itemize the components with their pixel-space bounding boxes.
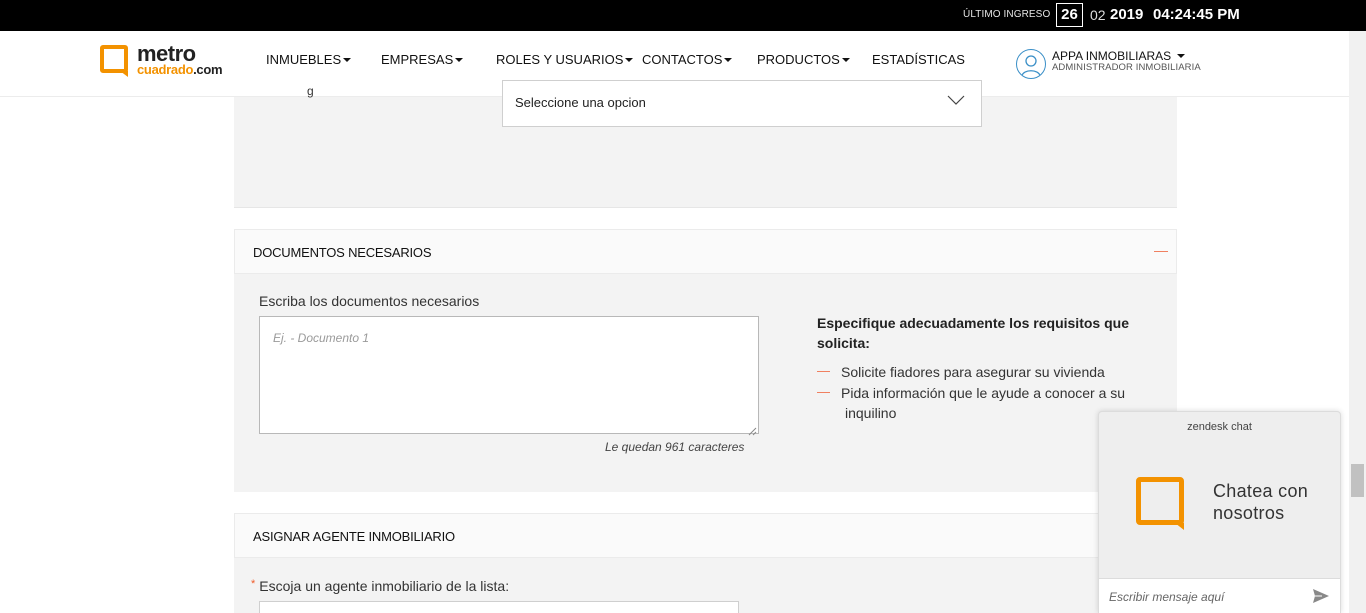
requirement-item: Solicite fiadores para asegurar su vivie… xyxy=(817,362,1105,382)
required-asterisk: * xyxy=(251,578,256,590)
last-login-year: 2019 xyxy=(1110,6,1144,23)
zendesk-chat-widget[interactable]: zendesk chat Chatea con nosotros Escribir… xyxy=(1098,411,1341,613)
last-login-day: 26 xyxy=(1056,3,1083,27)
metrocuadrado-logo[interactable]: metro cuadrado.com xyxy=(100,43,240,83)
previous-field-label: g xyxy=(307,84,314,98)
chat-brand-label: zendesk chat xyxy=(1187,421,1252,433)
agente-section-header[interactable]: ASIGNAR AGENTE INMOBILIARIO xyxy=(234,513,1177,558)
nav-item-productos[interactable]: PRODUCTOS xyxy=(757,52,850,67)
chat-message-input[interactable]: Escribir mensaje aquí xyxy=(1099,578,1340,613)
documentos-section-body: Escriba los documentos necesarios Ej. - … xyxy=(234,274,1177,492)
chat-input-placeholder: Escribir mensaje aquí xyxy=(1109,590,1225,604)
caret-down-icon xyxy=(625,58,634,62)
caret-down-icon xyxy=(343,58,352,62)
chevron-down-icon xyxy=(947,93,965,111)
last-login-label: ÚLTIMO INGRESO xyxy=(963,9,1051,20)
characters-remaining: Le quedan 961 caracteres xyxy=(605,440,745,454)
collapse-minus-icon[interactable] xyxy=(1154,251,1168,252)
requirements-title: Especifique adecuadamente los requisitos… xyxy=(817,315,1129,351)
page-scrollbar[interactable] xyxy=(1349,31,1366,613)
select-value: Seleccione una opcion xyxy=(515,95,646,110)
caret-down-icon xyxy=(1176,54,1185,58)
caret-down-icon xyxy=(841,58,850,62)
caret-down-icon xyxy=(724,58,733,62)
resize-grip-icon[interactable] xyxy=(748,423,757,436)
option-select[interactable]: Seleccione una opcion xyxy=(502,80,982,127)
documentos-placeholder: Ej. - Documento 1 xyxy=(273,331,370,345)
nav-item-empresas[interactable]: EMPRESAS xyxy=(381,52,464,67)
user-menu-button[interactable]: APPA INMOBILIARAS xyxy=(1052,49,1185,63)
agente-select[interactable] xyxy=(259,601,739,613)
last-login-time: 04:24:45 PM xyxy=(1153,6,1240,23)
agente-section-title: ASIGNAR AGENTE INMOBILIARIO xyxy=(253,529,455,544)
documentos-section-header[interactable]: DOCUMENTOS NECESARIOS xyxy=(234,229,1177,274)
scrollbar-thumb[interactable] xyxy=(1351,464,1364,497)
top-status-bar: ÚLTIMO INGRESO 26 02 2019 04:24:45 PM xyxy=(0,0,1366,31)
nav-item-inmuebles[interactable]: INMUEBLES xyxy=(266,52,352,67)
agente-field-label: * Escoja un agente inmobiliario de la lis… xyxy=(251,578,510,594)
caret-down-icon xyxy=(455,58,464,62)
chat-cta: Chatea con nosotros xyxy=(1213,481,1309,523)
documentos-textarea[interactable]: Ej. - Documento 1 xyxy=(259,316,759,436)
logo-text-cuadrado: cuadrado.com xyxy=(137,62,223,77)
nav-item-roles-usuarios[interactable]: ROLES Y USUARIOS xyxy=(496,52,634,67)
send-icon[interactable] xyxy=(1312,588,1330,609)
last-login-month: 02 xyxy=(1090,7,1106,23)
nav-item-estadisticas[interactable]: ESTADÍSTICAS xyxy=(872,52,965,67)
chat-logo-icon xyxy=(1136,477,1184,530)
requirement-item: Pida información que le ayude a conocer … xyxy=(817,383,1125,423)
nav-item-contactos[interactable]: CONTACTOS xyxy=(642,52,733,67)
user-avatar-icon[interactable] xyxy=(1016,49,1046,79)
dash-bullet-icon xyxy=(817,392,830,393)
logo-square-icon xyxy=(100,45,128,77)
documentos-section-title: DOCUMENTOS NECESARIOS xyxy=(253,245,432,260)
agente-section-body: * Escoja un agente inmobiliario de la lis… xyxy=(234,558,1177,613)
user-role-label: ADMINISTRADOR INMOBILIARIA xyxy=(1052,62,1201,73)
documentos-field-label: Escriba los documentos necesarios xyxy=(259,293,480,309)
dash-bullet-icon xyxy=(817,371,830,372)
